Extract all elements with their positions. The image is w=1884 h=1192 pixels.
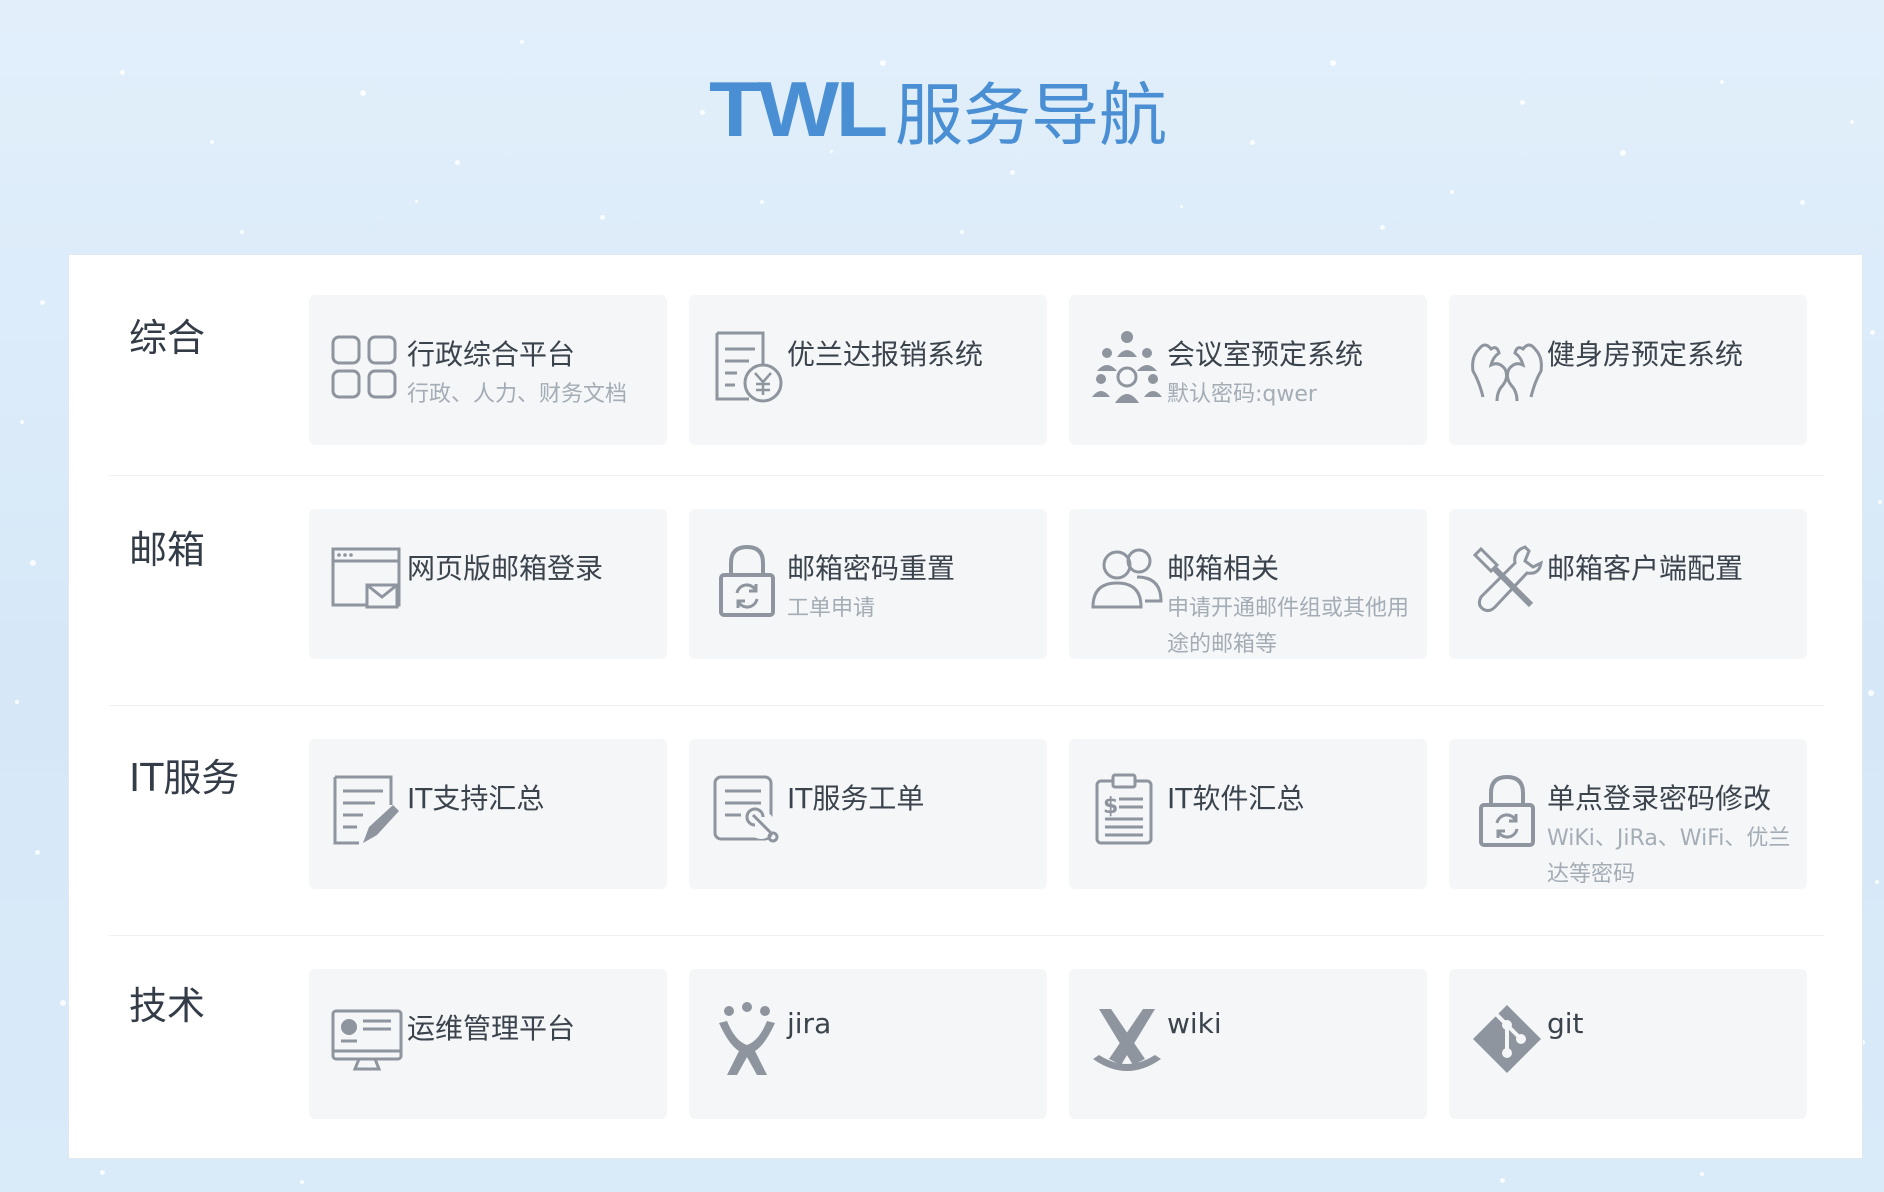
snowflake: [20, 420, 24, 424]
clipboard-dollar-icon: $: [1089, 771, 1165, 847]
service-card[interactable]: 优兰达报销系统: [689, 295, 1047, 445]
snowflake: [1878, 500, 1882, 504]
snowflake: [600, 215, 605, 220]
service-card-title: wiki: [1167, 1007, 1222, 1040]
service-card-title: 会议室预定系统: [1167, 338, 1364, 371]
section-label: IT服务: [129, 756, 240, 800]
section-divider: [109, 475, 1824, 476]
tools-icon: [1469, 541, 1545, 617]
git-icon: [1469, 1001, 1545, 1077]
page-header: TWL 服务导航: [0, 60, 1884, 159]
service-card-title: 运维管理平台: [407, 1012, 576, 1045]
navigation-panel: 综合 行政综合平台 行政、人力、财务文档 优兰达报销系统 会议室预定系统 默认密码:qwe…: [68, 254, 1863, 1159]
snowflake: [960, 230, 964, 234]
snowflake: [30, 560, 36, 566]
service-card[interactable]: 邮箱客户端配置: [1449, 509, 1807, 659]
svg-text:$: $: [1103, 794, 1118, 819]
monitor-dashboard-icon: [329, 1001, 405, 1077]
service-card[interactable]: 单点登录密码修改 WiKi、JiRa、WiFi、优兰达等密码: [1449, 739, 1807, 889]
section-label: 邮箱: [129, 528, 206, 572]
service-card[interactable]: $ IT软件汇总: [1069, 739, 1427, 889]
service-card-title: IT支持汇总: [407, 782, 545, 815]
service-card-subtitle: WiKi、JiRa、WiFi、优兰达等密码: [1547, 826, 1791, 887]
service-card[interactable]: git: [1449, 969, 1807, 1119]
service-card[interactable]: IT支持汇总: [309, 739, 667, 889]
lock-refresh-icon: [1469, 771, 1545, 847]
snowflake: [415, 200, 418, 203]
section-label: 技术: [129, 984, 206, 1028]
service-card-title: git: [1547, 1007, 1584, 1040]
snowflake: [100, 1170, 105, 1175]
service-card-title: 邮箱客户端配置: [1547, 552, 1744, 585]
service-card[interactable]: jira: [689, 969, 1047, 1119]
section-label: 综合: [129, 316, 206, 360]
ticket-wrench-icon: [709, 771, 785, 847]
snowflake: [1800, 200, 1805, 205]
snowflake: [15, 700, 19, 704]
snowflake: [1180, 205, 1183, 208]
service-card-subtitle: 默认密码:qwer: [1167, 382, 1317, 407]
meeting-people-icon: [1089, 327, 1165, 403]
service-card[interactable]: wiki: [1069, 969, 1427, 1119]
service-card-title: 优兰达报销系统: [787, 338, 984, 371]
snowflake: [1450, 190, 1454, 194]
page-title: 服务导航: [894, 77, 1167, 156]
service-card-title: IT软件汇总: [1167, 782, 1305, 815]
document-pen-icon: [329, 771, 405, 847]
snowflake: [300, 1180, 304, 1184]
section-divider: [109, 705, 1824, 706]
users-group-icon: [1089, 541, 1165, 617]
snowflake: [455, 160, 460, 165]
snowflake: [1500, 1178, 1505, 1183]
lock-refresh-icon: [709, 541, 785, 617]
service-card-title: 单点登录密码修改: [1547, 782, 1772, 815]
service-card[interactable]: 邮箱密码重置工单申请: [689, 509, 1047, 659]
expense-yen-icon: [709, 327, 785, 403]
service-card-title: IT服务工单: [787, 782, 925, 815]
service-card[interactable]: 会议室预定系统默认密码:qwer: [1069, 295, 1427, 445]
service-card-title: 行政综合平台: [407, 338, 576, 371]
snowflake: [1700, 1172, 1704, 1176]
service-card-title: 邮箱相关: [1167, 552, 1280, 585]
snowflake: [1875, 880, 1879, 884]
service-card-subtitle: 行政、人力、财务文档: [407, 382, 628, 407]
grid-squares-icon: [329, 327, 405, 403]
service-card[interactable]: IT服务工单: [689, 739, 1047, 889]
brand-logo: TWL: [709, 65, 888, 153]
service-card-title: 邮箱密码重置: [787, 552, 956, 585]
service-card[interactable]: 运维管理平台: [309, 969, 667, 1119]
service-card-title: 健身房预定系统: [1547, 338, 1744, 371]
service-card[interactable]: 网页版邮箱登录: [309, 509, 667, 659]
section-divider: [109, 935, 1824, 936]
snowflake: [240, 230, 244, 234]
service-card[interactable]: 健身房预定系统: [1449, 295, 1807, 445]
muscle-arms-icon: [1469, 327, 1545, 403]
snowflake: [1380, 225, 1385, 230]
web-mail-icon: [329, 541, 405, 617]
confluence-icon: [1089, 1001, 1165, 1077]
service-card[interactable]: 行政综合平台行政、人力、财务文档: [309, 295, 667, 445]
service-card[interactable]: 邮箱相关申请开通邮件组或其他用途的邮箱等: [1069, 509, 1427, 659]
snowflake: [520, 40, 524, 44]
service-card-subtitle: 工单申请: [787, 596, 876, 621]
snowflake: [60, 1000, 66, 1006]
service-card-title: jira: [787, 1007, 832, 1040]
snowflake: [1870, 330, 1875, 335]
snowflake: [40, 300, 45, 305]
jira-icon: [709, 1001, 785, 1077]
snowflake: [1010, 170, 1015, 175]
snowflake: [1868, 690, 1874, 696]
service-card-title: 网页版邮箱登录: [407, 552, 604, 585]
service-card-subtitle: 申请开通邮件组或其他用途的邮箱等: [1167, 596, 1410, 657]
snowflake: [760, 200, 764, 204]
snowflake: [35, 850, 40, 855]
